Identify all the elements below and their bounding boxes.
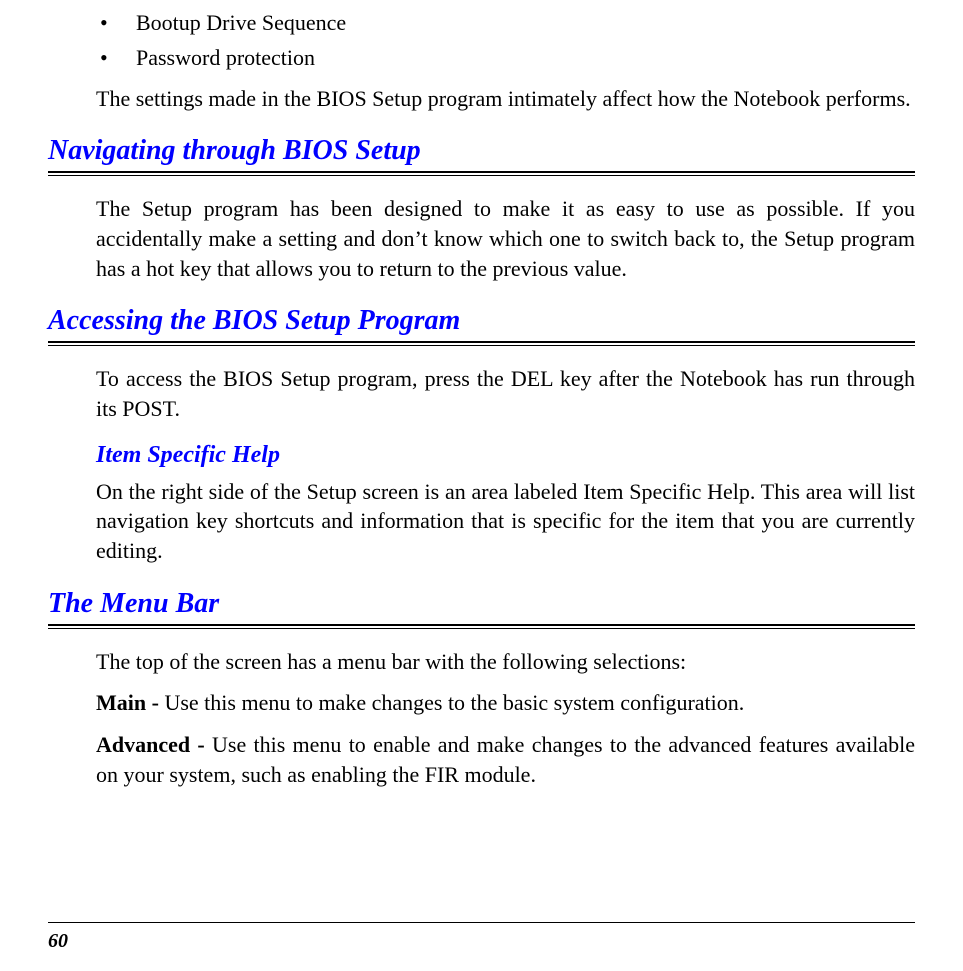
main-text: Use this menu to make changes to the bas…: [164, 690, 744, 715]
intro-paragraph: The settings made in the BIOS Setup prog…: [96, 84, 915, 114]
menubar-main: Main - Use this menu to make changes to …: [96, 688, 915, 718]
menubar-advanced: Advanced - Use this menu to enable and m…: [96, 730, 915, 789]
section-rule: [48, 171, 915, 176]
subheading-item-help: Item Specific Help: [96, 442, 915, 469]
page-number: 60: [48, 930, 68, 953]
section-rule: [48, 624, 915, 629]
item-help-paragraph: On the right side of the Setup screen is…: [96, 477, 915, 566]
bullet-item: Password protection: [96, 43, 915, 74]
heading-menu-bar: The Menu Bar: [48, 588, 915, 620]
advanced-text: Use this menu to enable and make changes…: [96, 732, 915, 787]
bullet-list: Bootup Drive Sequence Password protectio…: [96, 8, 915, 74]
section-rule: [48, 341, 915, 346]
main-label: Main -: [96, 690, 164, 715]
heading-navigating: Navigating through BIOS Setup: [48, 135, 915, 167]
heading-accessing: Accessing the BIOS Setup Program: [48, 305, 915, 337]
menubar-intro: The top of the screen has a menu bar wit…: [96, 647, 915, 677]
footer-rule: [48, 922, 915, 923]
advanced-label: Advanced -: [96, 732, 212, 757]
access-paragraph: To access the BIOS Setup program, press …: [96, 364, 915, 423]
nav-paragraph: The Setup program has been designed to m…: [96, 194, 915, 283]
bullet-item: Bootup Drive Sequence: [96, 8, 915, 39]
